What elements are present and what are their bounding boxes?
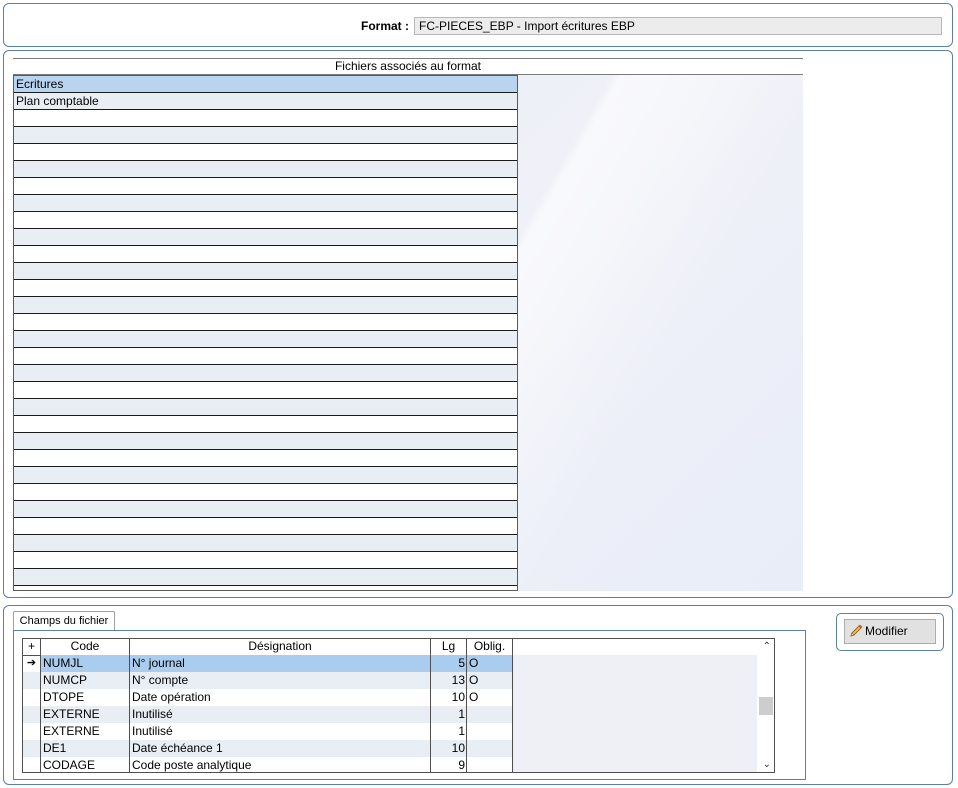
- files-title: Fichiers associés au format: [13, 58, 803, 75]
- cell-code[interactable]: NUMJL: [41, 655, 130, 672]
- empty-row[interactable]: [14, 433, 517, 450]
- cell-oblig[interactable]: O: [467, 689, 513, 706]
- empty-row[interactable]: [14, 331, 517, 348]
- cell-designation[interactable]: N° journal: [130, 655, 431, 672]
- row-indicator[interactable]: [23, 689, 41, 706]
- table-row[interactable]: DE1 Date échéance 1 10: [23, 740, 513, 757]
- files-list[interactable]: Ecritures Plan comptable: [13, 75, 518, 591]
- empty-row[interactable]: [14, 161, 517, 178]
- cell-lg[interactable]: 10: [431, 740, 467, 757]
- modifier-button-label: Modifier: [865, 624, 908, 638]
- pencil-icon: [850, 624, 863, 637]
- empty-row[interactable]: [14, 569, 517, 586]
- cell-designation[interactable]: Date échéance 1: [130, 740, 431, 757]
- empty-row[interactable]: [14, 467, 517, 484]
- table-row[interactable]: ➔ NUMJL N° journal 5 O: [23, 655, 513, 672]
- files-panel: Fichiers associés au format Ecritures Pla…: [3, 50, 953, 598]
- fields-panel: Champs du fichier + Code Désignation Lg …: [3, 605, 953, 785]
- scroll-up-icon[interactable]: ⌃: [763, 641, 771, 652]
- cell-lg[interactable]: 1: [431, 723, 467, 740]
- empty-row[interactable]: [14, 178, 517, 195]
- row-indicator[interactable]: [23, 706, 41, 723]
- cell-lg[interactable]: 5: [431, 655, 467, 672]
- cell-code[interactable]: EXTERNE: [41, 706, 130, 723]
- tab-champs-du-fichier[interactable]: Champs du fichier: [13, 611, 115, 631]
- empty-row[interactable]: [14, 127, 517, 144]
- empty-row[interactable]: [14, 280, 517, 297]
- empty-row[interactable]: [14, 416, 517, 433]
- cell-lg[interactable]: 1: [431, 706, 467, 723]
- grid-header: + Code Désignation Lg Oblig.: [23, 639, 513, 656]
- file-item[interactable]: Ecritures: [14, 76, 517, 93]
- row-indicator[interactable]: [23, 723, 41, 740]
- table-row[interactable]: DTOPE Date opération 10 O: [23, 689, 513, 706]
- column-header-lg[interactable]: Lg: [431, 639, 467, 655]
- column-header-code[interactable]: Code: [41, 639, 130, 655]
- cell-oblig[interactable]: [467, 723, 513, 740]
- cell-oblig[interactable]: [467, 706, 513, 723]
- cell-designation[interactable]: Inutilisé: [130, 706, 431, 723]
- fields-grid[interactable]: + Code Désignation Lg Oblig. ➔ NUMJL N° jo…: [22, 638, 775, 773]
- format-panel: Format : FC-PIECES_EBP - Import écriture…: [3, 3, 953, 47]
- format-field[interactable]: FC-PIECES_EBP - Import écritures EBP: [414, 17, 942, 35]
- scroll-thumb[interactable]: [759, 697, 773, 715]
- empty-row[interactable]: [14, 518, 517, 535]
- empty-row[interactable]: [14, 535, 517, 552]
- empty-row[interactable]: [14, 297, 517, 314]
- cell-lg[interactable]: 9: [431, 757, 467, 772]
- cell-code[interactable]: EXTERNE: [41, 723, 130, 740]
- empty-row[interactable]: [14, 501, 517, 518]
- format-label: Format :: [361, 19, 409, 33]
- empty-row[interactable]: [14, 314, 517, 331]
- empty-row[interactable]: [14, 195, 517, 212]
- cell-oblig[interactable]: [467, 757, 513, 772]
- empty-row[interactable]: [14, 110, 517, 127]
- table-row[interactable]: EXTERNE Inutilisé 1: [23, 723, 513, 740]
- cell-code[interactable]: CODAGE: [41, 757, 130, 772]
- cell-lg[interactable]: 10: [431, 689, 467, 706]
- grid-empty-area: [513, 655, 774, 772]
- empty-row[interactable]: [14, 263, 517, 280]
- column-header-designation[interactable]: Désignation: [130, 639, 431, 655]
- file-item[interactable]: Plan comptable: [14, 93, 517, 110]
- cell-oblig[interactable]: O: [467, 655, 513, 672]
- cell-code[interactable]: DTOPE: [41, 689, 130, 706]
- cell-lg[interactable]: 13: [431, 672, 467, 689]
- empty-row[interactable]: [14, 552, 517, 569]
- cell-designation[interactable]: Date opération: [130, 689, 431, 706]
- add-column-icon[interactable]: +: [23, 639, 41, 655]
- row-indicator[interactable]: [23, 672, 41, 689]
- vertical-scrollbar[interactable]: ⌃ ⌄: [757, 639, 774, 772]
- row-indicator[interactable]: [23, 740, 41, 757]
- table-row[interactable]: CODAGE Code poste analytique 9: [23, 757, 513, 772]
- empty-row[interactable]: [14, 399, 517, 416]
- cell-oblig[interactable]: O: [467, 672, 513, 689]
- table-row[interactable]: NUMCP N° compte 13 O: [23, 672, 513, 689]
- cell-code[interactable]: DE1: [41, 740, 130, 757]
- empty-row[interactable]: [14, 144, 517, 161]
- column-header-oblig[interactable]: Oblig.: [467, 639, 513, 655]
- empty-row[interactable]: [14, 212, 517, 229]
- empty-row[interactable]: [14, 484, 517, 501]
- cell-code[interactable]: NUMCP: [41, 672, 130, 689]
- row-indicator[interactable]: ➔: [23, 655, 41, 672]
- modifier-button[interactable]: Modifier: [844, 619, 936, 644]
- empty-row[interactable]: [14, 450, 517, 467]
- empty-row[interactable]: [14, 348, 517, 365]
- empty-row[interactable]: [14, 365, 517, 382]
- scroll-down-icon[interactable]: ⌄: [763, 759, 771, 770]
- empty-row[interactable]: [14, 229, 517, 246]
- cell-designation[interactable]: Code poste analytique: [130, 757, 431, 772]
- cell-oblig[interactable]: [467, 740, 513, 757]
- actions-panel: Modifier: [836, 613, 944, 651]
- row-indicator[interactable]: [23, 757, 41, 772]
- cell-designation[interactable]: Inutilisé: [130, 723, 431, 740]
- cell-designation[interactable]: N° compte: [130, 672, 431, 689]
- table-row[interactable]: EXTERNE Inutilisé 1: [23, 706, 513, 723]
- empty-row[interactable]: [14, 246, 517, 263]
- empty-row[interactable]: [14, 382, 517, 399]
